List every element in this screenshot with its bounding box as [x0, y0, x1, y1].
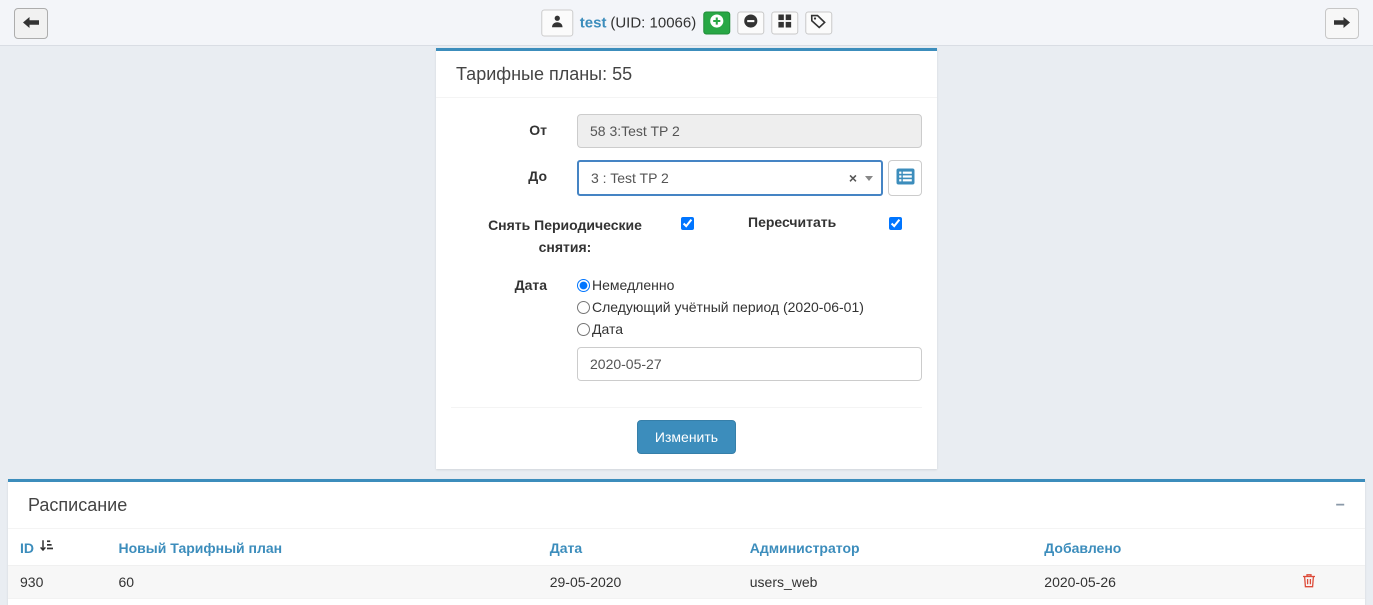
date-input[interactable] [577, 347, 922, 381]
header-id-label: ID [20, 540, 34, 556]
withdraw-button[interactable] [737, 11, 764, 34]
user-profile-button[interactable] [541, 9, 573, 36]
sort-amount-icon [39, 539, 53, 556]
cell-added: 2020-05-26 [1036, 566, 1252, 599]
tariff-list-button[interactable] [888, 160, 922, 196]
chevron-down-icon [865, 176, 873, 181]
cell-date: 28-05-2020 [542, 599, 742, 605]
trash-icon [1302, 573, 1316, 591]
radio-date-label: Дата [592, 321, 623, 337]
radio-option-date[interactable]: Дата [577, 318, 922, 340]
top-navigation-bar: test (UID: 10066) [0, 0, 1373, 46]
header-added[interactable]: Добавлено [1036, 529, 1252, 566]
from-label: От [451, 114, 547, 148]
table-row: 930 60 29-05-2020 users_web 2020-05-26 [8, 566, 1365, 599]
from-tariff-input [577, 114, 922, 148]
delete-row-button[interactable] [1302, 573, 1316, 591]
forward-button[interactable] [1325, 8, 1359, 39]
radio-next-period[interactable] [577, 301, 590, 314]
tariff-plan-panel: Тарифные планы: 55 От До 3 : Test TP 2 × [436, 48, 937, 469]
to-label: До [451, 160, 547, 196]
back-button[interactable] [14, 8, 48, 39]
cell-id: 930 [8, 566, 111, 599]
to-row: До 3 : Test TP 2 × [451, 160, 922, 196]
user-toolbar: test (UID: 10066) [541, 9, 832, 36]
collapse-panel-button[interactable]: − [1336, 499, 1345, 513]
schedule-panel: Расписание − ID Новый Тарифный план Дата… [8, 479, 1365, 605]
cell-id: 931 [8, 599, 111, 605]
radio-option-immediately[interactable]: Немедленно [577, 274, 922, 296]
header-actions [1252, 529, 1365, 566]
cell-admin: abills [742, 599, 1037, 605]
modules-grid-button[interactable] [771, 11, 798, 34]
cell-added: 2020-05-26 [1036, 599, 1252, 605]
recalculate-checkbox[interactable] [889, 217, 902, 230]
remove-periodic-label: Снять Периодические снятия: [481, 214, 649, 258]
header-id[interactable]: ID [8, 529, 111, 566]
tag-icon [811, 14, 827, 32]
tariff-form: От До 3 : Test TP 2 × Снять [436, 98, 937, 469]
radio-option-next-period[interactable]: Следующий учётный период (2020-06-01) [577, 296, 922, 318]
arrow-right-icon [1334, 16, 1350, 32]
change-button[interactable]: Изменить [637, 420, 736, 454]
tags-button[interactable] [805, 11, 832, 34]
schedule-table-header-row: ID Новый Тарифный план Дата Администрато… [8, 529, 1365, 566]
date-label: Дата [451, 274, 547, 381]
cell-plan: 60 [111, 566, 542, 599]
table-row: 931 57 28-05-2020 abills 2020-05-26 [8, 599, 1365, 605]
user-login-link[interactable]: test [580, 14, 607, 31]
circle-plus-icon [709, 14, 724, 32]
user-icon [550, 14, 564, 31]
radio-next-period-label: Следующий учётный период (2020-06-01) [592, 299, 864, 315]
tariff-panel-heading: Тарифные планы: 55 [436, 51, 937, 98]
radio-date[interactable] [577, 323, 590, 336]
schedule-panel-heading: Расписание − [8, 482, 1365, 529]
header-date[interactable]: Дата [542, 529, 742, 566]
cell-admin: users_web [742, 566, 1037, 599]
date-row: Дата Немедленно Следующий учётный период… [451, 274, 922, 381]
deposit-add-button[interactable] [703, 11, 730, 34]
radio-immediately-label: Немедленно [592, 277, 674, 293]
list-alt-icon [896, 168, 915, 188]
recalculate-label: Пересчитать [748, 214, 836, 230]
circle-minus-icon [743, 14, 758, 32]
to-tariff-select[interactable]: 3 : Test TP 2 × [577, 160, 883, 196]
tariff-panel-title: Тарифные планы: 55 [456, 64, 632, 85]
radio-immediately[interactable] [577, 279, 590, 292]
clear-selection-icon[interactable]: × [843, 170, 863, 186]
checkboxes-row: Снять Периодические снятия: Пересчитать [451, 208, 922, 270]
user-uid-text: (UID: 10066) [610, 14, 696, 31]
schedule-table: ID Новый Тарифный план Дата Администрато… [8, 529, 1365, 605]
grid-icon [778, 15, 791, 31]
arrow-left-icon [23, 16, 39, 32]
schedule-panel-title: Расписание [28, 495, 127, 516]
header-administrator[interactable]: Администратор [742, 529, 1037, 566]
to-tariff-selected-value: 3 : Test TP 2 [591, 170, 843, 186]
cell-date: 29-05-2020 [542, 566, 742, 599]
cell-plan: 57 [111, 599, 542, 605]
form-footer: Изменить [451, 407, 922, 469]
from-row: От [451, 114, 922, 148]
header-new-tariff-plan[interactable]: Новый Тарифный план [111, 529, 542, 566]
remove-periodic-checkbox[interactable] [681, 217, 694, 230]
